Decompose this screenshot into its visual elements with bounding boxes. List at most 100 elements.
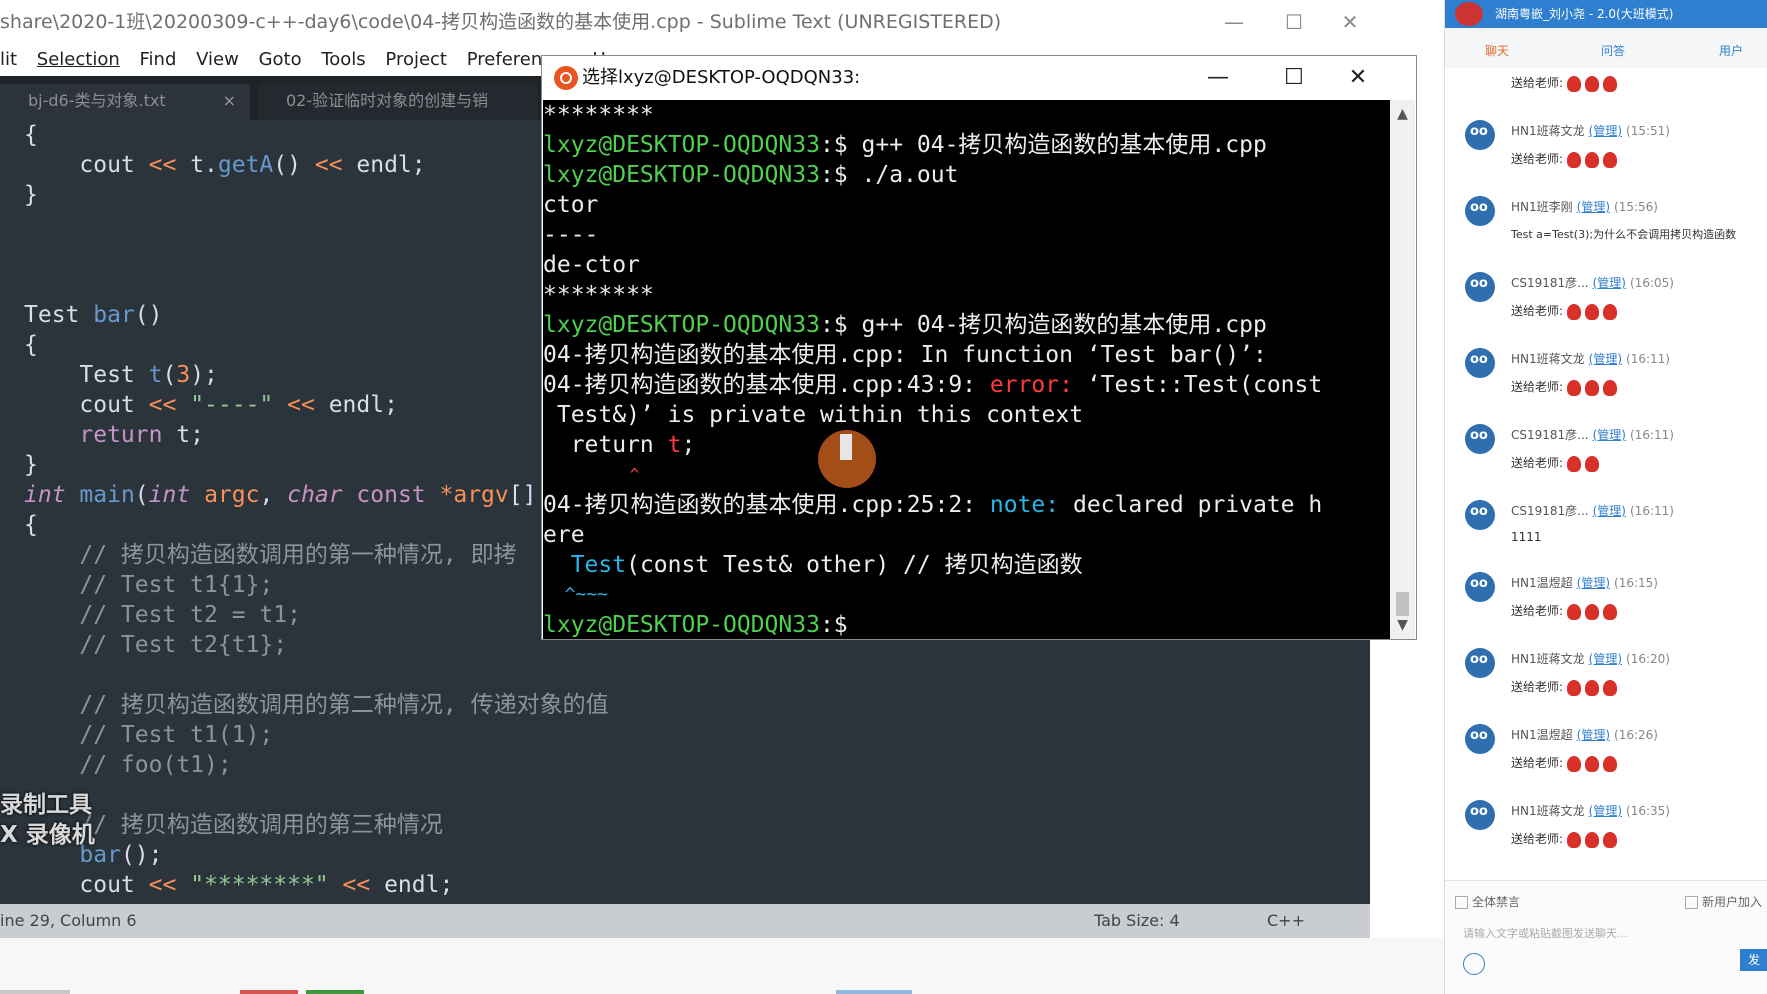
- syntax-selector[interactable]: C++: [1267, 904, 1305, 938]
- close-icon[interactable]: ✕: [1328, 56, 1388, 100]
- new-user-checkbox[interactable]: 新用户加入: [1685, 893, 1762, 910]
- maximize-icon[interactable]: ☐: [1264, 56, 1324, 100]
- rose-icon: [1603, 755, 1618, 772]
- message-text: 送给老师:: [1511, 304, 1564, 318]
- taskbar-item[interactable]: [0, 990, 70, 994]
- close-icon[interactable]: ✕: [1322, 0, 1370, 44]
- ubuntu-icon: [554, 66, 578, 90]
- prompt: lxyz@DESKTOP-OQDQN33: [543, 162, 820, 188]
- rose-icon: [1567, 75, 1582, 92]
- rose-icon: [1585, 455, 1600, 472]
- rose-icon: [1585, 151, 1600, 168]
- admin-badge[interactable]: (管理): [1589, 124, 1622, 138]
- taskbar-item[interactable]: [240, 990, 298, 994]
- tab-close-icon[interactable]: ×: [223, 84, 236, 118]
- timestamp: (16:11): [1630, 504, 1674, 518]
- cursor-position: ine 29, Column 6: [0, 911, 137, 930]
- terminal-output[interactable]: ******** lxyz@DESKTOP-OQDQN33:$ g++ 04-拷…: [543, 100, 1390, 639]
- tab-bj-d6[interactable]: bj-d6-类与对象.txt ×: [0, 84, 250, 120]
- scroll-down-icon[interactable]: ▼: [1390, 617, 1415, 633]
- tab-02-cpp[interactable]: 02-验证临时对象的创建与销毁.cpp: [258, 84, 538, 144]
- rose-icon: [1603, 831, 1618, 848]
- prompt: lxyz@DESKTOP-OQDQN33: [543, 132, 820, 158]
- mouse-cursor-highlight: [818, 430, 876, 488]
- rose-icon: [1603, 151, 1618, 168]
- timestamp: (16:15): [1614, 576, 1658, 590]
- code-comment: // Test t1(1);: [24, 722, 274, 748]
- terminal-scrollbar[interactable]: ▲ ▼: [1390, 100, 1415, 639]
- admin-badge[interactable]: (管理): [1589, 652, 1622, 666]
- code-comment: // Test t2 = t1;: [24, 602, 301, 628]
- minimize-icon[interactable]: —: [1206, 0, 1262, 44]
- code-comment: // 拷贝构造函数调用的第二种情况, 传递对象的值: [24, 692, 609, 718]
- user-avatar-icon: [1465, 648, 1495, 678]
- taskbar-item[interactable]: [836, 990, 912, 994]
- rose-icon: [1603, 379, 1618, 396]
- admin-badge[interactable]: (管理): [1593, 504, 1626, 518]
- code-line: {: [24, 512, 38, 538]
- admin-badge[interactable]: (管理): [1577, 728, 1610, 742]
- admin-badge[interactable]: (管理): [1577, 576, 1610, 590]
- code-line: Test t(3);: [24, 362, 218, 388]
- send-button[interactable]: 发: [1740, 949, 1767, 971]
- term-line: 04-拷贝构造函数的基本使用.cpp:43:9: error: ‘Test::T…: [543, 370, 1322, 400]
- term-line: ctor: [543, 192, 599, 218]
- menu-find[interactable]: Find: [139, 44, 176, 76]
- admin-badge[interactable]: (管理): [1589, 352, 1622, 366]
- rose-icon: [1567, 755, 1582, 772]
- code-line: }: [24, 182, 38, 208]
- rose-icon: [1567, 603, 1582, 620]
- admin-badge[interactable]: (管理): [1589, 804, 1622, 818]
- code-comment: // 拷贝构造函数调用的第一种情况, 即拷: [24, 542, 517, 568]
- term-line: lxyz@DESKTOP-OQDQN33:$ g++ 04-拷贝构造函数的基本使…: [543, 132, 1267, 158]
- taskbar-item[interactable]: [306, 990, 364, 994]
- scroll-up-icon[interactable]: ▲: [1390, 106, 1415, 122]
- timestamp: (16:26): [1614, 728, 1658, 742]
- code-line: cout << t.getA() << endl;: [79, 152, 426, 178]
- tab-qa[interactable]: 问答: [1601, 42, 1625, 59]
- emoji-icon[interactable]: [1463, 953, 1485, 975]
- checkbox-label: 新用户加入: [1702, 895, 1763, 909]
- tab-chat[interactable]: 聊天: [1485, 42, 1509, 59]
- message-text: 送给老师:: [1511, 380, 1564, 394]
- menu-project[interactable]: Project: [385, 44, 447, 76]
- file-ref: 04-拷贝构造函数的基本使用.cpp:43:9:: [543, 372, 990, 398]
- admin-badge[interactable]: (管理): [1593, 428, 1626, 442]
- menu-selection[interactable]: Selection: [37, 44, 120, 76]
- chat-input[interactable]: 请输入文字或粘贴截图发送聊天...: [1463, 925, 1628, 941]
- term-line: Test(const Test& other) // 拷贝构造函数: [543, 550, 1083, 580]
- admin-badge[interactable]: (管理): [1593, 276, 1626, 290]
- term-line: ere: [543, 522, 585, 548]
- message-text: 送给老师:: [1511, 756, 1564, 770]
- chat-footer: 全体禁言 新用户加入 请输入文字或粘贴截图发送聊天... 发: [1445, 880, 1767, 994]
- tab-users[interactable]: 用户: [1719, 42, 1743, 59]
- user-avatar-icon: [1465, 724, 1495, 754]
- file-ref: 04-拷贝构造函数的基本使用.cpp:25:2:: [543, 492, 990, 518]
- prompt-suffix: :$: [819, 612, 848, 638]
- checkbox-icon: [1455, 896, 1468, 909]
- menu-view[interactable]: View: [196, 44, 239, 76]
- term-line: return t;: [543, 430, 696, 460]
- scroll-thumb[interactable]: [1396, 592, 1409, 616]
- mute-all-checkbox[interactable]: 全体禁言: [1455, 893, 1520, 910]
- message-text: 送给老师:: [1511, 680, 1564, 694]
- maximize-icon[interactable]: ☐: [1266, 0, 1322, 44]
- timestamp: (16:35): [1626, 804, 1670, 818]
- term-line: de-ctor: [543, 252, 640, 278]
- error-label: error:: [989, 372, 1073, 398]
- admin-badge[interactable]: (管理): [1577, 200, 1610, 214]
- menu-edit[interactable]: lit: [0, 44, 17, 76]
- menu-goto[interactable]: Goto: [259, 44, 302, 76]
- terminal-window[interactable]: 选择lxyz@DESKTOP-OQDQN33: — ☐ ✕ ******** l…: [541, 55, 1417, 640]
- message-text: Test a=Test(3);为什么不会调用拷贝构造函数: [1511, 228, 1737, 241]
- rose-icon: [1567, 679, 1582, 696]
- user-avatar-icon: [1465, 800, 1495, 830]
- menu-tools[interactable]: Tools: [321, 44, 365, 76]
- tab-size[interactable]: Tab Size: 4: [1094, 904, 1180, 938]
- message-text: 送给老师:: [1511, 152, 1564, 166]
- watermark-line: 录制工具: [0, 792, 92, 818]
- sublime-title-bar: share\2020-1班\20200309-c++-day6\code\04-…: [0, 0, 1370, 44]
- user-avatar-icon: [1465, 572, 1495, 602]
- minimize-icon[interactable]: —: [1188, 56, 1248, 100]
